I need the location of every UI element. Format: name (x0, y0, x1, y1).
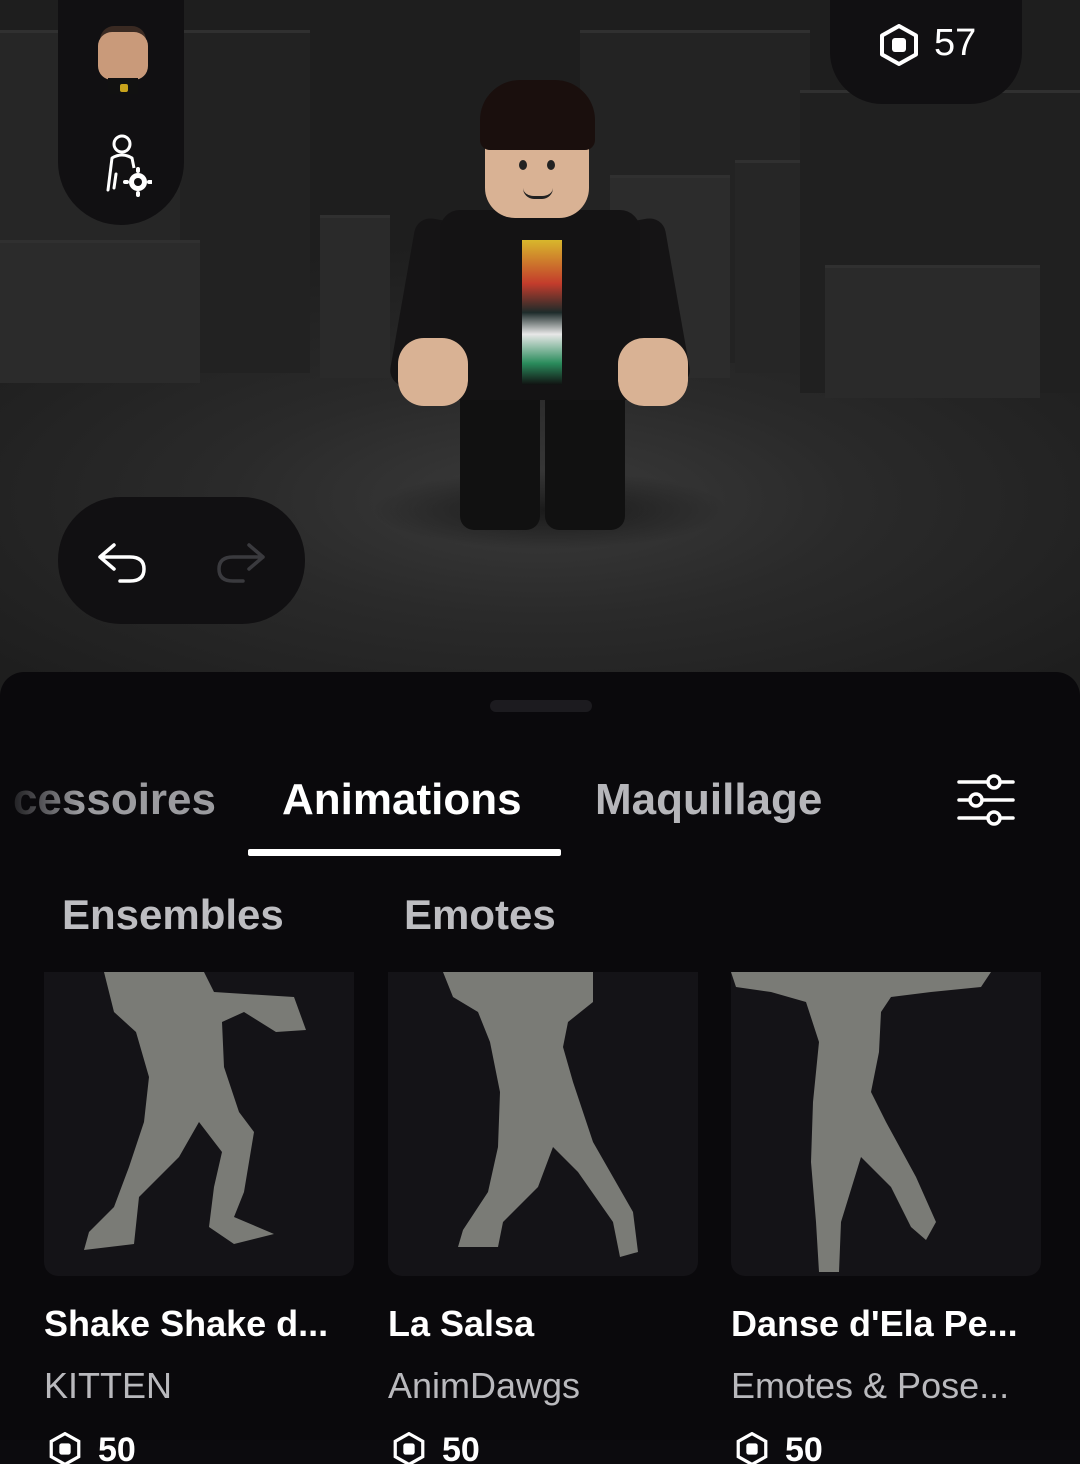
item-creator: Emotes & Pose... (731, 1365, 1010, 1406)
item-price: 50 (388, 1424, 588, 1464)
drag-handle[interactable] (490, 700, 592, 712)
avatar-torso (440, 210, 640, 400)
avatar-eye (519, 160, 527, 170)
background-block (825, 265, 1040, 398)
robux-icon (735, 1431, 769, 1464)
subtab-ensembles[interactable]: Ensembles (62, 887, 284, 943)
avatar-eye (547, 160, 555, 170)
item-name: Danse d'Ela Pe... (731, 1303, 1018, 1344)
avatar-preview-scene[interactable]: 57 (0, 0, 1080, 700)
item-thumbnail (388, 972, 698, 1276)
redo-icon[interactable] (213, 537, 269, 587)
catalog-item-card[interactable]: La Salsa AnimDawgs 50 (388, 972, 698, 1464)
avatar-mouth (523, 188, 553, 199)
undo-icon[interactable] (94, 537, 150, 587)
robux-amount: 57 (934, 22, 977, 64)
item-price: 50 (44, 1424, 244, 1464)
item-name: Shake Shake d... (44, 1303, 329, 1344)
robux-icon (48, 1431, 82, 1464)
item-name: La Salsa (388, 1303, 535, 1344)
mini-avatar-badge (120, 84, 128, 92)
avatar-hair (480, 80, 595, 150)
robux-icon (878, 24, 920, 66)
tab-label: cessoires (12, 775, 216, 824)
item-price: 50 (731, 1424, 931, 1464)
catalog-item-card[interactable]: Shake Shake d... KITTEN 50 (44, 972, 354, 1464)
item-thumbnail (44, 972, 354, 1276)
robux-balance-pill[interactable]: 57 (830, 0, 1022, 104)
background-block (0, 240, 200, 383)
emote-silhouette-icon (731, 972, 991, 1272)
item-price-value: 50 (442, 1431, 480, 1464)
background-block (735, 160, 805, 373)
subtab-emotes[interactable]: Emotes (404, 887, 556, 943)
item-creator: KITTEN (44, 1365, 173, 1406)
tab-accessoires[interactable]: cessoires (0, 772, 216, 828)
emote-silhouette-icon (84, 972, 306, 1250)
item-price-value: 50 (785, 1431, 823, 1464)
undo-redo-pill (58, 497, 305, 624)
filter-icon[interactable] (955, 772, 1017, 828)
tab-label: Maquillage (595, 775, 823, 824)
item-thumbnail (731, 972, 1041, 1276)
avatar-hand-left (398, 338, 468, 406)
avatar-hand-right (618, 338, 688, 406)
avatar-settings-icon[interactable] (96, 130, 153, 200)
mini-avatar-head (98, 32, 148, 80)
avatar-shirt-graphic (522, 240, 562, 385)
emote-silhouette-icon (443, 972, 638, 1257)
avatar-controls-pill (58, 0, 184, 225)
avatar-3d-model[interactable] (387, 70, 693, 540)
background-block (320, 215, 390, 378)
robux-icon (392, 1431, 426, 1464)
avatar-leg-left (460, 390, 540, 530)
tab-animations[interactable]: Animations (282, 772, 522, 828)
active-tab-indicator (248, 849, 561, 856)
tab-label: Animations (282, 775, 522, 824)
item-price-value: 50 (98, 1431, 136, 1464)
avatar-thumbnail-button[interactable] (84, 18, 162, 96)
catalog-panel: cessoires Animations Maquillage Ensemble… (0, 672, 1080, 1464)
avatar-leg-right (545, 390, 625, 530)
item-creator: AnimDawgs (388, 1365, 581, 1406)
tab-maquillage[interactable]: Maquillage (595, 772, 822, 828)
catalog-item-card[interactable]: Danse d'Ela Pe... Emotes & Pose... 50 (731, 972, 1041, 1464)
